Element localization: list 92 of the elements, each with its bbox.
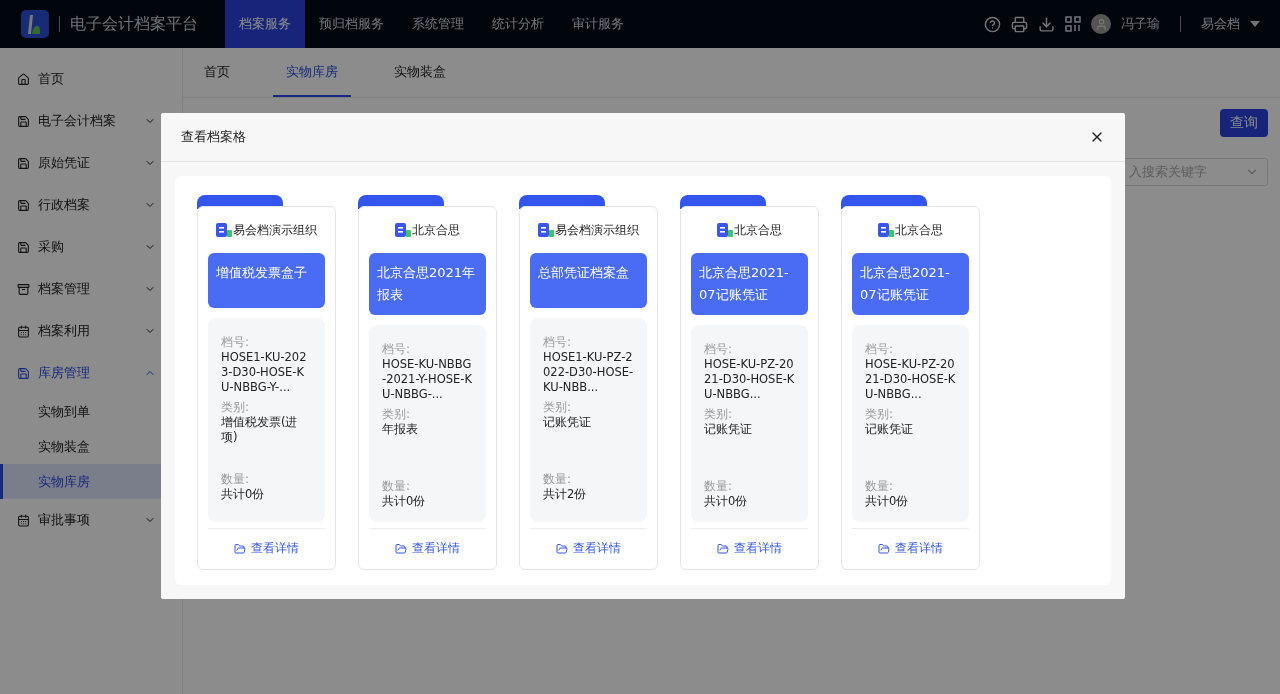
field-value: 共计2份 xyxy=(543,487,587,502)
sidebar-item[interactable]: 原始凭证 xyxy=(0,142,182,184)
view-details-link[interactable]: 查看详情 xyxy=(717,529,782,569)
nav-tab[interactable]: 审计服务 xyxy=(558,0,638,48)
calendar-icon xyxy=(17,513,30,527)
nav-tab[interactable]: 预归档服务 xyxy=(305,0,398,48)
modal-title: 查看档案格 xyxy=(181,128,247,146)
view-details-link[interactable]: 查看详情 xyxy=(556,529,621,569)
field-value: 共计0份 xyxy=(865,494,909,509)
help-icon[interactable] xyxy=(984,15,1001,33)
folder-icon xyxy=(395,542,407,555)
org-label: 北京合思 xyxy=(895,221,943,239)
sidebar-item[interactable]: 首页 xyxy=(0,58,182,100)
field-value: 记账凭证 xyxy=(865,422,913,438)
field-value: HOSE1-KU-PZ-2022-D30-HOSE-KU-NBB... xyxy=(543,350,634,395)
field-label: 档号: xyxy=(221,334,251,350)
folder-icon xyxy=(717,542,729,555)
box-title: 北京合思2021-07记账凭证 xyxy=(691,253,808,315)
download-icon[interactable] xyxy=(1038,15,1055,33)
floppy-icon xyxy=(17,198,30,212)
org-name[interactable]: 易会档 xyxy=(1201,15,1240,33)
field-value: 增值税发票(进项) xyxy=(221,415,299,446)
query-button[interactable]: 查询 xyxy=(1220,109,1268,137)
field-value: HOSE-KU-PZ-2021-D30-HOSE-KU-NBBG... xyxy=(865,357,956,402)
box-title: 北京合思2021年报表 xyxy=(369,253,486,315)
view-details-link[interactable]: 查看详情 xyxy=(395,529,460,569)
field-value: 共计0份 xyxy=(382,494,426,509)
sidebar-item[interactable]: 行政档案 xyxy=(0,184,182,226)
org-label: 北京合思 xyxy=(734,221,782,239)
field-label: 类别: xyxy=(382,406,412,422)
folder-icon xyxy=(234,542,246,555)
field-label: 数量: xyxy=(704,478,734,494)
field-label: 档号: xyxy=(865,341,895,357)
org-label: 易会档演示组织 xyxy=(233,221,317,239)
printer-icon[interactable] xyxy=(1011,15,1028,33)
field-label: 档号: xyxy=(543,334,573,350)
org-logo-icon xyxy=(717,223,733,237)
org-logo-icon xyxy=(538,223,554,237)
grid-icon[interactable] xyxy=(1065,16,1081,32)
page-tab[interactable]: 实物装盒 xyxy=(381,48,459,97)
field-label: 数量: xyxy=(543,471,573,487)
floppy-icon xyxy=(17,240,30,254)
field-label: 数量: xyxy=(221,471,251,487)
box-title: 北京合思2021-07记账凭证 xyxy=(852,253,969,315)
field-label: 数量: xyxy=(865,478,895,494)
field-value: 记账凭证 xyxy=(704,422,752,438)
floppy-icon xyxy=(17,156,30,170)
field-value: HOSE1-KU-2023-D30-HOSE-KU-NBBG-Y-... xyxy=(221,350,308,395)
field-label: 类别: xyxy=(865,406,895,422)
sidebar-item[interactable]: 档案利用 xyxy=(0,310,182,352)
home-icon xyxy=(17,72,30,86)
nav-tab[interactable]: 统计分析 xyxy=(478,0,558,48)
sidebar-item[interactable]: 电子会计档案 xyxy=(0,100,182,142)
sidebar-item[interactable]: 档案管理 xyxy=(0,268,182,310)
folder-icon xyxy=(556,542,568,555)
sidebar-item[interactable]: 库房管理 xyxy=(0,352,182,394)
nav-tab[interactable]: 档案服务 xyxy=(225,0,305,48)
folder-icon xyxy=(878,542,890,555)
sidebar-item[interactable]: 采购 xyxy=(0,226,182,268)
sidebar-item[interactable]: 审批事项 xyxy=(0,499,182,541)
page-tab[interactable]: 首页 xyxy=(191,48,243,97)
field-value: HOSE-KU-PZ-2021-D30-HOSE-KU-NBBG... xyxy=(704,357,795,402)
org-logo-icon xyxy=(216,223,232,237)
field-value: 共计0份 xyxy=(704,494,748,509)
logo-icon xyxy=(21,10,49,38)
avatar-icon xyxy=(1091,14,1111,34)
field-value: 年报表 xyxy=(382,422,418,438)
field-value: 共计0份 xyxy=(221,487,265,502)
org-logo-icon xyxy=(395,223,411,237)
field-label: 类别: xyxy=(543,399,573,415)
view-details-link[interactable]: 查看详情 xyxy=(234,529,299,569)
field-label: 类别: xyxy=(704,406,734,422)
calendar-icon xyxy=(17,324,30,338)
floppy-icon xyxy=(17,366,30,380)
org-logo-icon xyxy=(878,223,894,237)
archive-icon xyxy=(17,282,30,296)
field-label: 档号: xyxy=(704,341,734,357)
box-title: 总部凭证档案盒 xyxy=(530,253,647,308)
field-label: 档号: xyxy=(382,341,412,357)
nav-tab[interactable]: 系统管理 xyxy=(398,0,478,48)
field-value: HOSE-KU-NBBG-2021-Y-HOSE-KU-NBBG-... xyxy=(382,357,473,402)
floppy-icon xyxy=(17,114,30,128)
org-label: 北京合思 xyxy=(412,221,460,239)
org-label: 易会档演示组织 xyxy=(555,221,639,239)
app-title: 电子会计档案平台 xyxy=(70,13,198,35)
view-details-link[interactable]: 查看详情 xyxy=(878,529,943,569)
box-title: 增值税发票盒子 xyxy=(208,253,325,308)
caret-icon xyxy=(1250,21,1260,27)
field-label: 类别: xyxy=(221,399,251,415)
user-name[interactable]: 冯子瑜 xyxy=(1121,15,1160,33)
field-value: 记账凭证 xyxy=(543,415,591,431)
field-label: 数量: xyxy=(382,478,412,494)
